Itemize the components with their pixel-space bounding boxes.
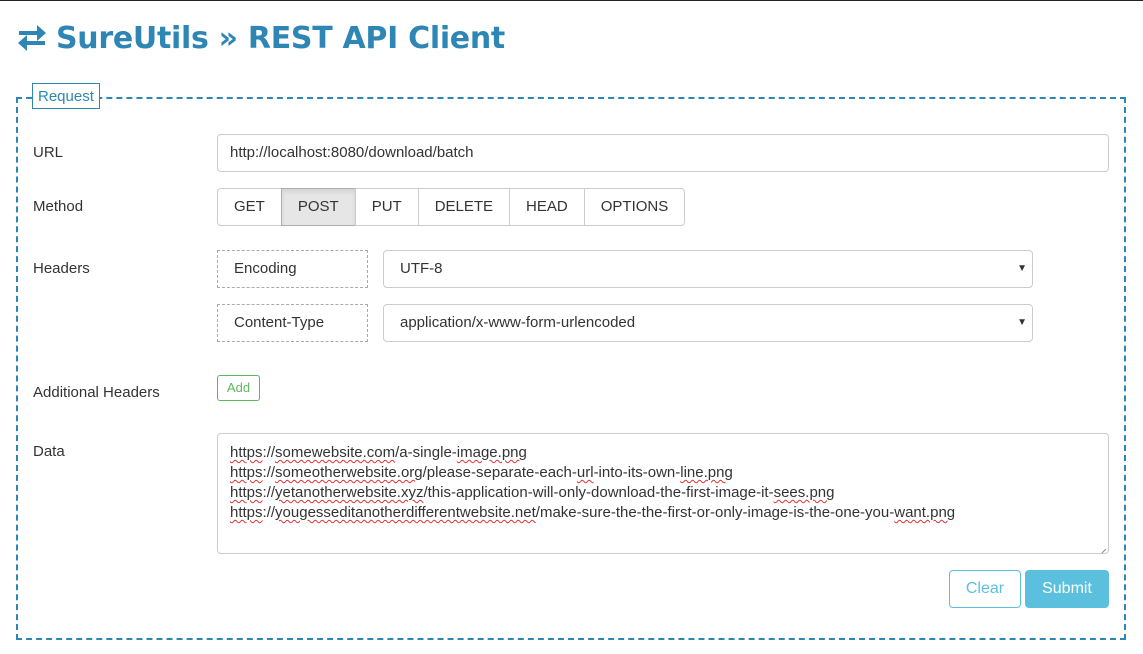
header-value-content-type-select[interactable]: application/x-www-form-urlencoded ▼ bbox=[383, 304, 1033, 342]
method-options-button[interactable]: OPTIONS bbox=[583, 188, 686, 226]
submit-button[interactable]: Submit bbox=[1025, 570, 1109, 608]
data-textarea[interactable]: https://somewebsite.com/a-single-image.p… bbox=[217, 433, 1109, 554]
header-key-encoding[interactable]: Encoding bbox=[217, 250, 368, 288]
request-legend: Request bbox=[32, 83, 100, 109]
data-line: https://somewebsite.com/a-single-image.p… bbox=[230, 444, 527, 461]
method-post-button[interactable]: POST bbox=[280, 188, 356, 226]
request-fieldset-border bbox=[16, 97, 1126, 640]
method-head-button[interactable]: HEAD bbox=[509, 188, 585, 226]
data-line: https://someotherwebsite.org/please-sepa… bbox=[230, 464, 733, 481]
method-put-button[interactable]: PUT bbox=[354, 188, 419, 226]
headers-label: Headers bbox=[33, 260, 90, 277]
data-label: Data bbox=[33, 443, 65, 460]
app-header: SureUtils » REST API Client bbox=[16, 19, 505, 57]
method-get-button[interactable]: GET bbox=[217, 188, 282, 226]
additional-headers-label: Additional Headers bbox=[33, 384, 160, 401]
clear-button[interactable]: Clear bbox=[949, 570, 1021, 608]
caret-down-icon: ▼ bbox=[1017, 317, 1027, 328]
header-value-encoding-select[interactable]: UTF-8 ▼ bbox=[383, 250, 1033, 288]
swap-arrows-icon bbox=[16, 22, 48, 54]
data-line: https://yougesseditanotherdifferentwebsi… bbox=[230, 504, 956, 521]
method-delete-button[interactable]: DELETE bbox=[417, 188, 511, 226]
url-input[interactable]: http://localhost:8080/download/batch bbox=[217, 134, 1109, 172]
url-label: URL bbox=[33, 144, 64, 161]
page-title: SureUtils » REST API Client bbox=[56, 20, 505, 56]
header-key-content-type[interactable]: Content-Type bbox=[217, 304, 368, 342]
data-line: https://yetanotherwebsite.xyz/this-appli… bbox=[230, 484, 835, 501]
method-label: Method bbox=[33, 198, 84, 215]
header-value-encoding: UTF-8 bbox=[400, 260, 443, 277]
resize-grip-icon[interactable] bbox=[1098, 543, 1107, 553]
caret-down-icon: ▼ bbox=[1017, 263, 1027, 274]
header-value-content-type: application/x-www-form-urlencoded bbox=[400, 314, 636, 331]
method-button-group: GET POST PUT DELETE HEAD OPTIONS bbox=[217, 188, 686, 226]
add-header-button[interactable]: Add bbox=[217, 375, 260, 401]
